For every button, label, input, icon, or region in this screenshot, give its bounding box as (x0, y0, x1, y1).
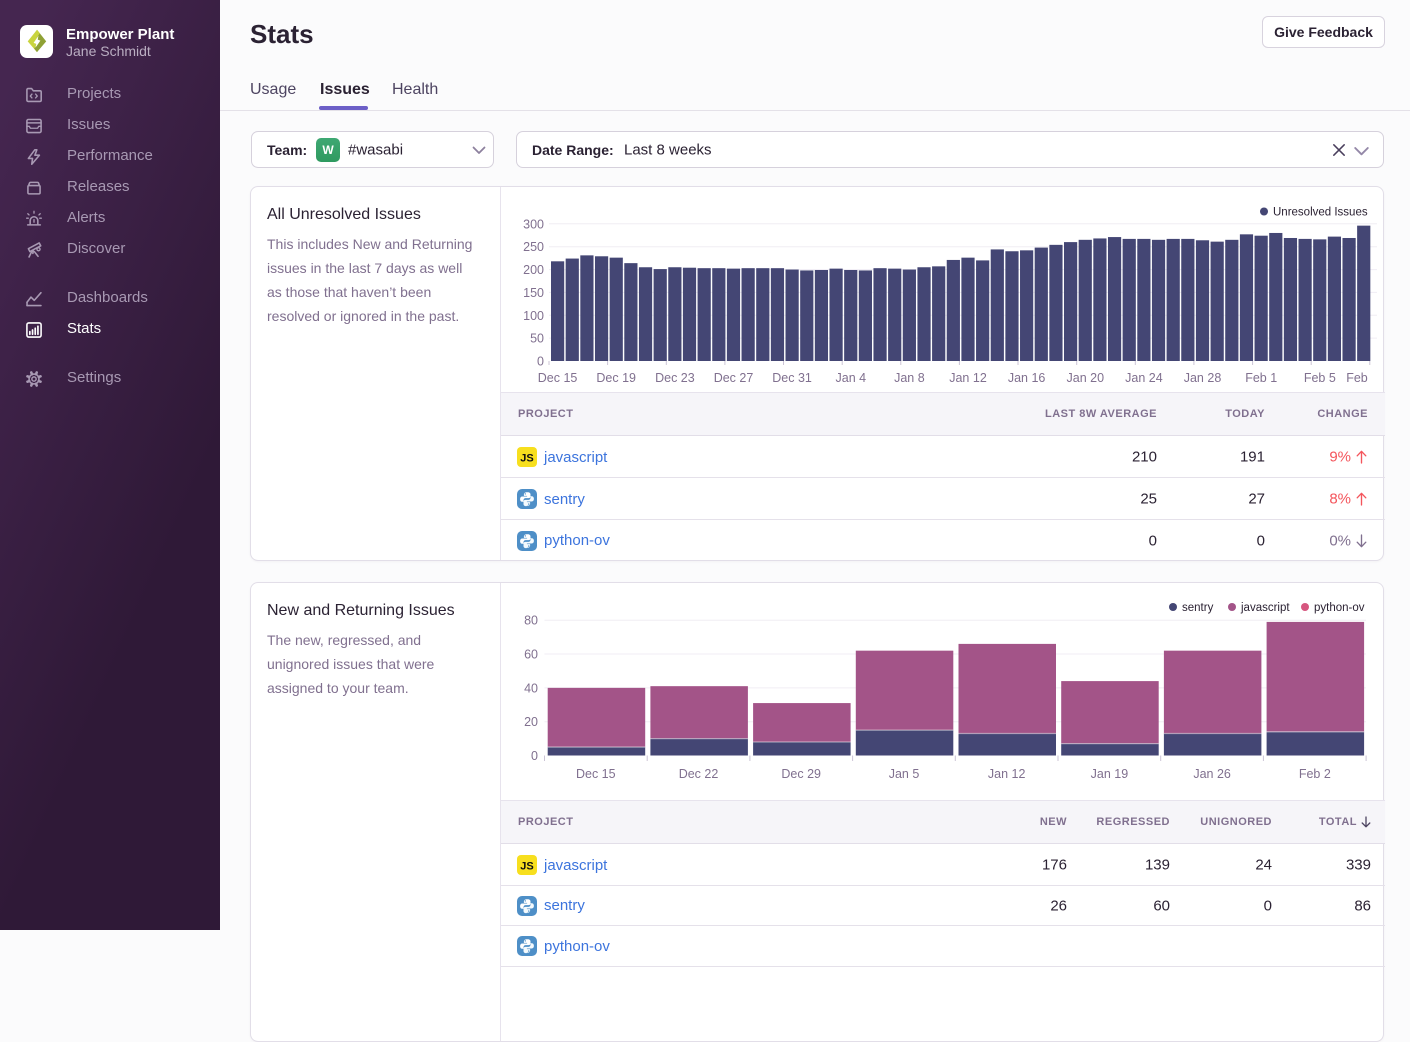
svg-text:Jan 24: Jan 24 (1125, 371, 1163, 385)
svg-text:Jan 12: Jan 12 (988, 767, 1026, 781)
svg-text:150: 150 (523, 286, 544, 300)
svg-text:50: 50 (530, 332, 544, 346)
svg-text:Dec 19: Dec 19 (596, 371, 636, 385)
svg-text:20: 20 (524, 715, 538, 729)
svg-text:80: 80 (524, 614, 538, 628)
svg-text:Feb 2: Feb 2 (1299, 767, 1331, 781)
svg-text:Jan 12: Jan 12 (949, 371, 987, 385)
svg-text:300: 300 (523, 217, 544, 231)
svg-text:JS: JS (520, 861, 533, 873)
svg-text:Jan 19: Jan 19 (1091, 767, 1129, 781)
svg-text:sentry: sentry (1182, 602, 1214, 614)
svg-text:60: 60 (524, 648, 538, 662)
svg-text:javascript: javascript (1240, 602, 1290, 614)
svg-text:Jan 5: Jan 5 (889, 767, 920, 781)
svg-text:40: 40 (524, 681, 538, 695)
svg-text:Jan 26: Jan 26 (1193, 767, 1231, 781)
svg-text:Dec 15: Dec 15 (538, 371, 578, 385)
svg-text:Dec 22: Dec 22 (679, 767, 719, 781)
svg-text:250: 250 (523, 240, 544, 254)
svg-text:Feb 1: Feb 1 (1245, 371, 1277, 385)
svg-text:python-ov: python-ov (1314, 602, 1365, 614)
svg-text:Jan 28: Jan 28 (1184, 371, 1222, 385)
svg-text:0: 0 (531, 749, 538, 763)
svg-text:JS: JS (520, 453, 533, 465)
svg-text:Feb 5: Feb 5 (1304, 371, 1336, 385)
svg-text:100: 100 (523, 309, 544, 323)
svg-text:Jan 4: Jan 4 (836, 371, 867, 385)
svg-text:Jan 16: Jan 16 (1008, 371, 1046, 385)
svg-text:0: 0 (537, 355, 544, 369)
svg-text:Dec 15: Dec 15 (576, 767, 616, 781)
svg-text:Dec 23: Dec 23 (655, 371, 695, 385)
svg-text:Dec 27: Dec 27 (714, 371, 754, 385)
svg-text:Feb: Feb (1346, 371, 1368, 385)
svg-text:Dec 31: Dec 31 (772, 371, 812, 385)
svg-text:Jan 8: Jan 8 (894, 371, 925, 385)
svg-text:Jan 20: Jan 20 (1067, 371, 1105, 385)
svg-text:200: 200 (523, 263, 544, 277)
svg-text:Unresolved Issues: Unresolved Issues (1273, 207, 1368, 219)
svg-text:Dec 29: Dec 29 (781, 767, 821, 781)
